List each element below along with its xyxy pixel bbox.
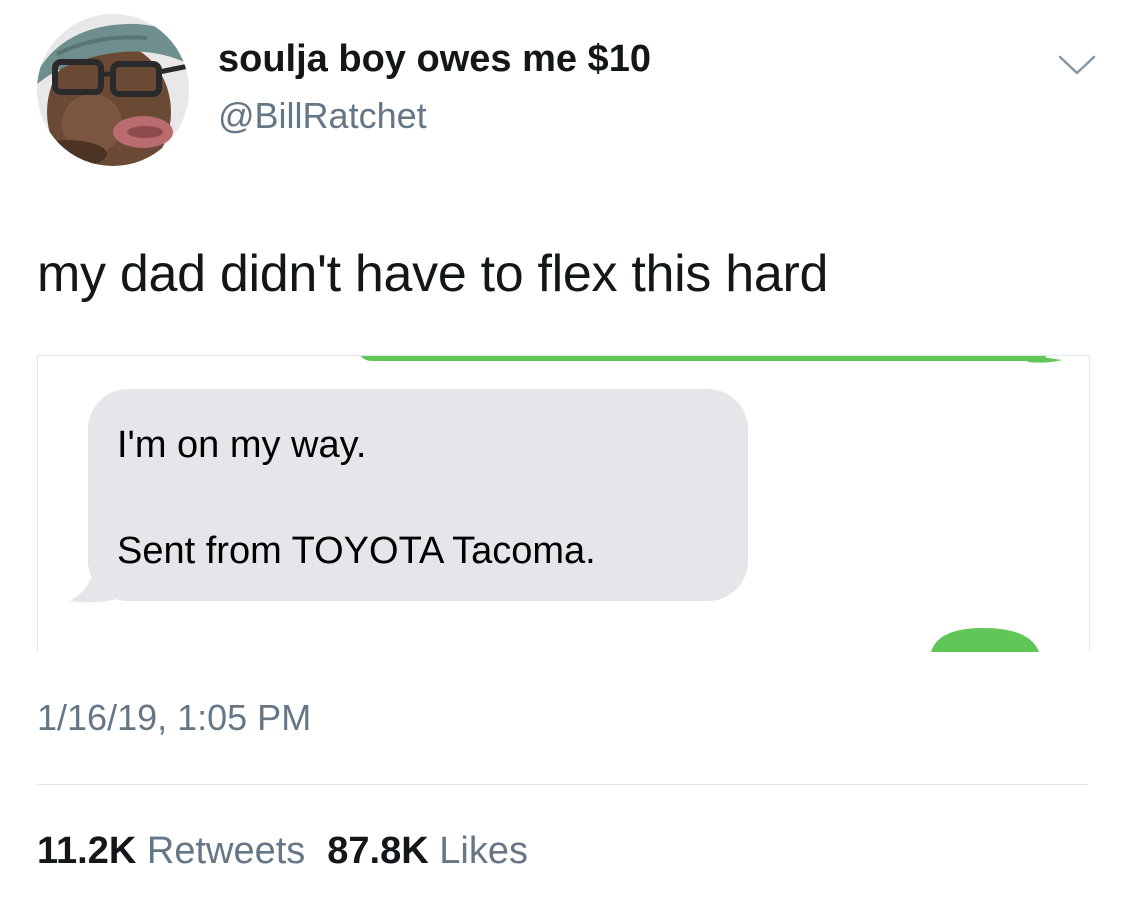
- display-name[interactable]: soulja boy owes me $10: [218, 38, 651, 81]
- profile-photo: [37, 14, 189, 166]
- tweet-media[interactable]: I'm on my way. Sent from TOYOTA Tacoma.: [37, 355, 1090, 652]
- likes-count: 87.8K: [327, 830, 429, 872]
- tweet-text: my dad didn't have to flex this hard: [37, 245, 829, 303]
- tweet-timestamp[interactable]: 1/16/19, 1:05 PM: [37, 697, 311, 739]
- avatar[interactable]: [37, 14, 189, 166]
- likes-label: Likes: [439, 830, 528, 872]
- retweets-count: 11.2K: [37, 830, 137, 872]
- received-message-bubble: I'm on my way. Sent from TOYOTA Tacoma.: [88, 389, 748, 601]
- retweets-stat[interactable]: 11.2K Retweets: [37, 830, 305, 873]
- user-handle[interactable]: @BillRatchet: [218, 95, 427, 137]
- chevron-down-icon: [1058, 55, 1096, 75]
- likes-stat[interactable]: 87.8K Likes: [327, 830, 528, 873]
- divider: [37, 784, 1088, 785]
- message-signature: Sent from TOYOTA Tacoma.: [117, 530, 596, 572]
- tweet-stats: 11.2K Retweets 87.8K Likes: [37, 830, 528, 873]
- retweets-label: Retweets: [146, 830, 306, 872]
- message-line: I'm on my way.: [117, 424, 367, 466]
- tweet-menu-button[interactable]: [1058, 54, 1096, 76]
